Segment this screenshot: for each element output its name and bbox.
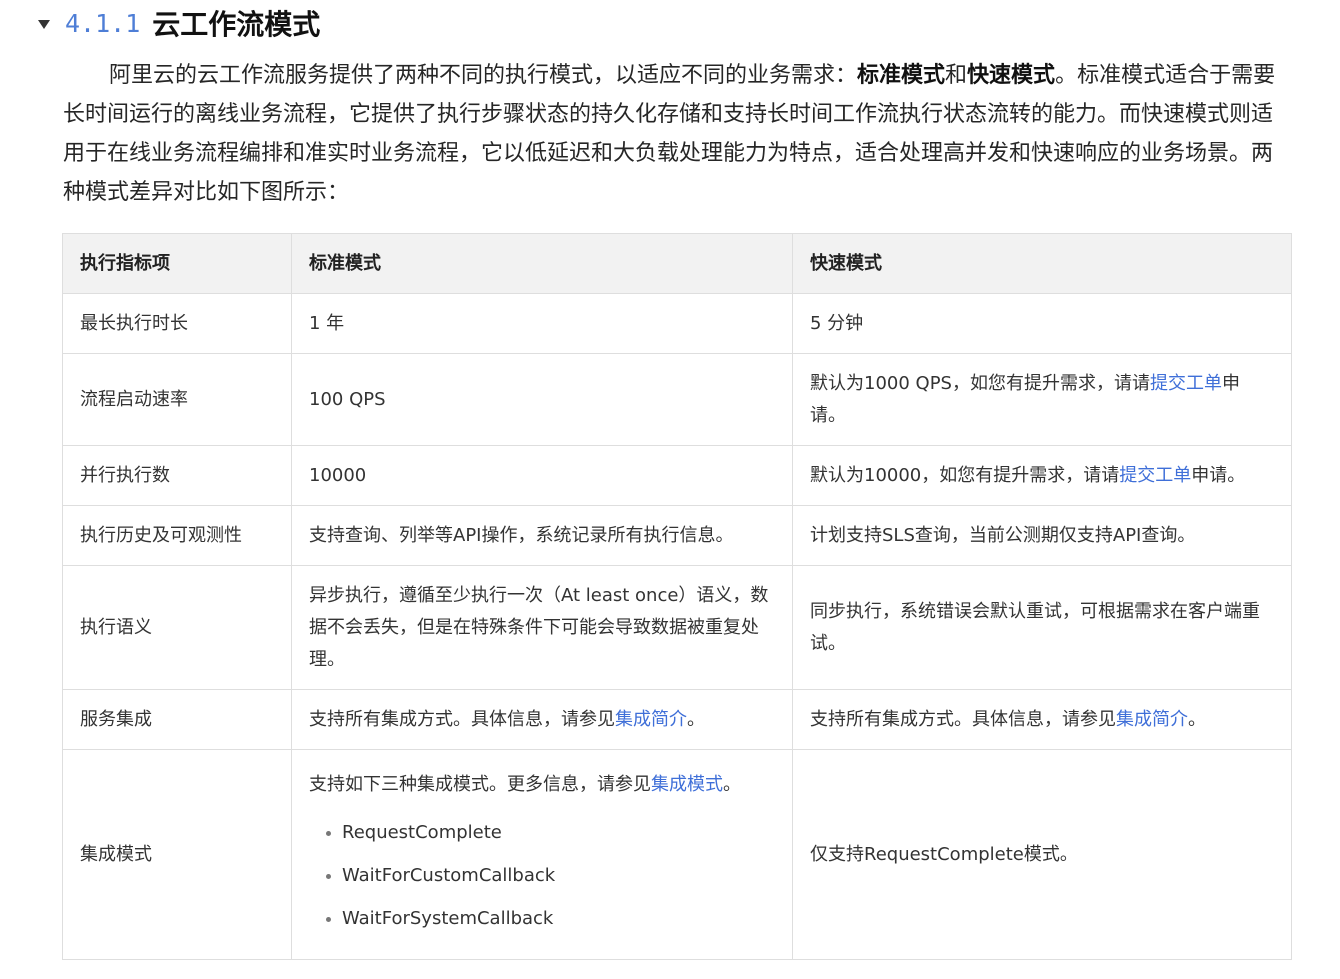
metric-cell: 集成模式 <box>62 749 292 960</box>
header-metric: 执行指标项 <box>62 233 292 294</box>
standard-cell: 100 QPS <box>291 353 793 446</box>
metric-cell: 服务集成 <box>62 689 292 750</box>
table-row: 最长执行时长 1 年 5 分钟 <box>62 293 1292 354</box>
integration-intro-link[interactable]: 集成简介 <box>615 709 687 730</box>
express-cell: 默认为1000 QPS，如您有提升需求，请请提交工单申请。 <box>792 353 1292 446</box>
intro-text-1: 阿里云的云工作流服务提供了两种不同的执行模式，以适应不同的业务需求： <box>109 63 858 88</box>
section-title: 云工作流模式 <box>152 8 321 41</box>
standard-text-end: 。 <box>687 708 705 730</box>
integration-mode-link[interactable]: 集成模式 <box>651 774 723 795</box>
metric-cell: 执行语义 <box>62 565 292 690</box>
standard-text: 支持所有集成方式。具体信息，请参见 <box>309 708 615 730</box>
standard-text: 支持如下三种集成模式。更多信息，请参见 <box>309 774 651 795</box>
table-row: 流程启动速率 100 QPS 默认为1000 QPS，如您有提升需求，请请提交工… <box>62 353 1292 446</box>
section-number: 4.1.1 <box>65 8 141 38</box>
express-cell: 支持所有集成方式。具体信息，请参见集成简介。 <box>792 689 1292 750</box>
standard-cell: 1 年 <box>291 293 793 354</box>
express-text: 支持所有集成方式。具体信息，请参见 <box>810 708 1116 730</box>
express-cell: 同步执行，系统错误会默认重试，可根据需求在客户端重试。 <box>792 565 1292 690</box>
express-cell: 仅支持RequestComplete模式。 <box>792 749 1292 960</box>
standard-cell: 支持查询、列举等API操作，系统记录所有执行信息。 <box>291 505 793 566</box>
metric-cell: 并行执行数 <box>62 445 292 506</box>
metric-cell: 流程启动速率 <box>62 353 292 446</box>
standard-cell: 支持如下三种集成模式。更多信息，请参见集成模式。 RequestComplete… <box>291 749 793 960</box>
table-header-row: 执行指标项 标准模式 快速模式 <box>62 233 1292 294</box>
submit-ticket-link[interactable]: 提交工单 <box>1119 465 1191 486</box>
standard-intro: 支持如下三种集成模式。更多信息，请参见集成模式。 <box>309 769 775 801</box>
express-text-end: 。 <box>1188 708 1206 730</box>
standard-text-end: 。 <box>723 774 741 795</box>
list-item: WaitForCustomCallback <box>309 854 775 897</box>
integration-intro-link[interactable]: 集成简介 <box>1116 709 1188 730</box>
express-text-end: 申请。 <box>1191 464 1246 486</box>
table-row: 集成模式 支持如下三种集成模式。更多信息，请参见集成模式。 RequestCom… <box>62 749 1292 960</box>
express-cell: 默认为10000，如您有提升需求，请请提交工单申请。 <box>792 445 1292 506</box>
intro-paragraph: 阿里云的云工作流服务提供了两种不同的执行模式，以适应不同的业务需求：标准模式和快… <box>63 56 1285 212</box>
intro-text-2: 和 <box>945 63 968 88</box>
table-row: 执行历史及可观测性 支持查询、列举等API操作，系统记录所有执行信息。 计划支持… <box>62 505 1292 566</box>
list-item: WaitForSystemCallback <box>309 897 775 940</box>
table-row: 服务集成 支持所有集成方式。具体信息，请参见集成简介。 支持所有集成方式。具体信… <box>62 689 1292 750</box>
standard-cell: 10000 <box>291 445 793 506</box>
submit-ticket-link[interactable]: 提交工单 <box>1150 373 1222 394</box>
intro-bold-standard: 标准模式 <box>857 63 946 88</box>
list-item: RequestComplete <box>309 811 775 854</box>
metric-cell: 执行历史及可观测性 <box>62 505 292 566</box>
section-heading: 4.1.1 云工作流模式 <box>38 4 320 42</box>
express-text: 默认为1000 QPS，如您有提升需求，请请 <box>810 372 1150 394</box>
table-row: 执行语义 异步执行，遵循至少执行一次（At least once）语义，数据不会… <box>62 565 1292 690</box>
standard-cell: 支持所有集成方式。具体信息，请参见集成简介。 <box>291 689 793 750</box>
integration-mode-list: RequestComplete WaitForCustomCallback Wa… <box>309 811 775 940</box>
table-row: 并行执行数 10000 默认为10000，如您有提升需求，请请提交工单申请。 <box>62 445 1292 506</box>
intro-bold-express: 快速模式 <box>967 63 1056 88</box>
express-cell: 5 分钟 <box>792 293 1292 354</box>
standard-cell: 异步执行，遵循至少执行一次（At least once）语义，数据不会丢失，但是… <box>291 565 793 690</box>
mode-comparison-table: 执行指标项 标准模式 快速模式 最长执行时长 1 年 5 分钟 流程启动速率 1… <box>62 233 1292 960</box>
caret-down-icon[interactable] <box>38 19 50 29</box>
header-standard: 标准模式 <box>291 233 793 294</box>
express-cell: 计划支持SLS查询，当前公测期仅支持API查询。 <box>792 505 1292 566</box>
express-text: 默认为10000，如您有提升需求，请请 <box>810 464 1120 486</box>
metric-cell: 最长执行时长 <box>62 293 292 354</box>
header-express: 快速模式 <box>792 233 1292 294</box>
